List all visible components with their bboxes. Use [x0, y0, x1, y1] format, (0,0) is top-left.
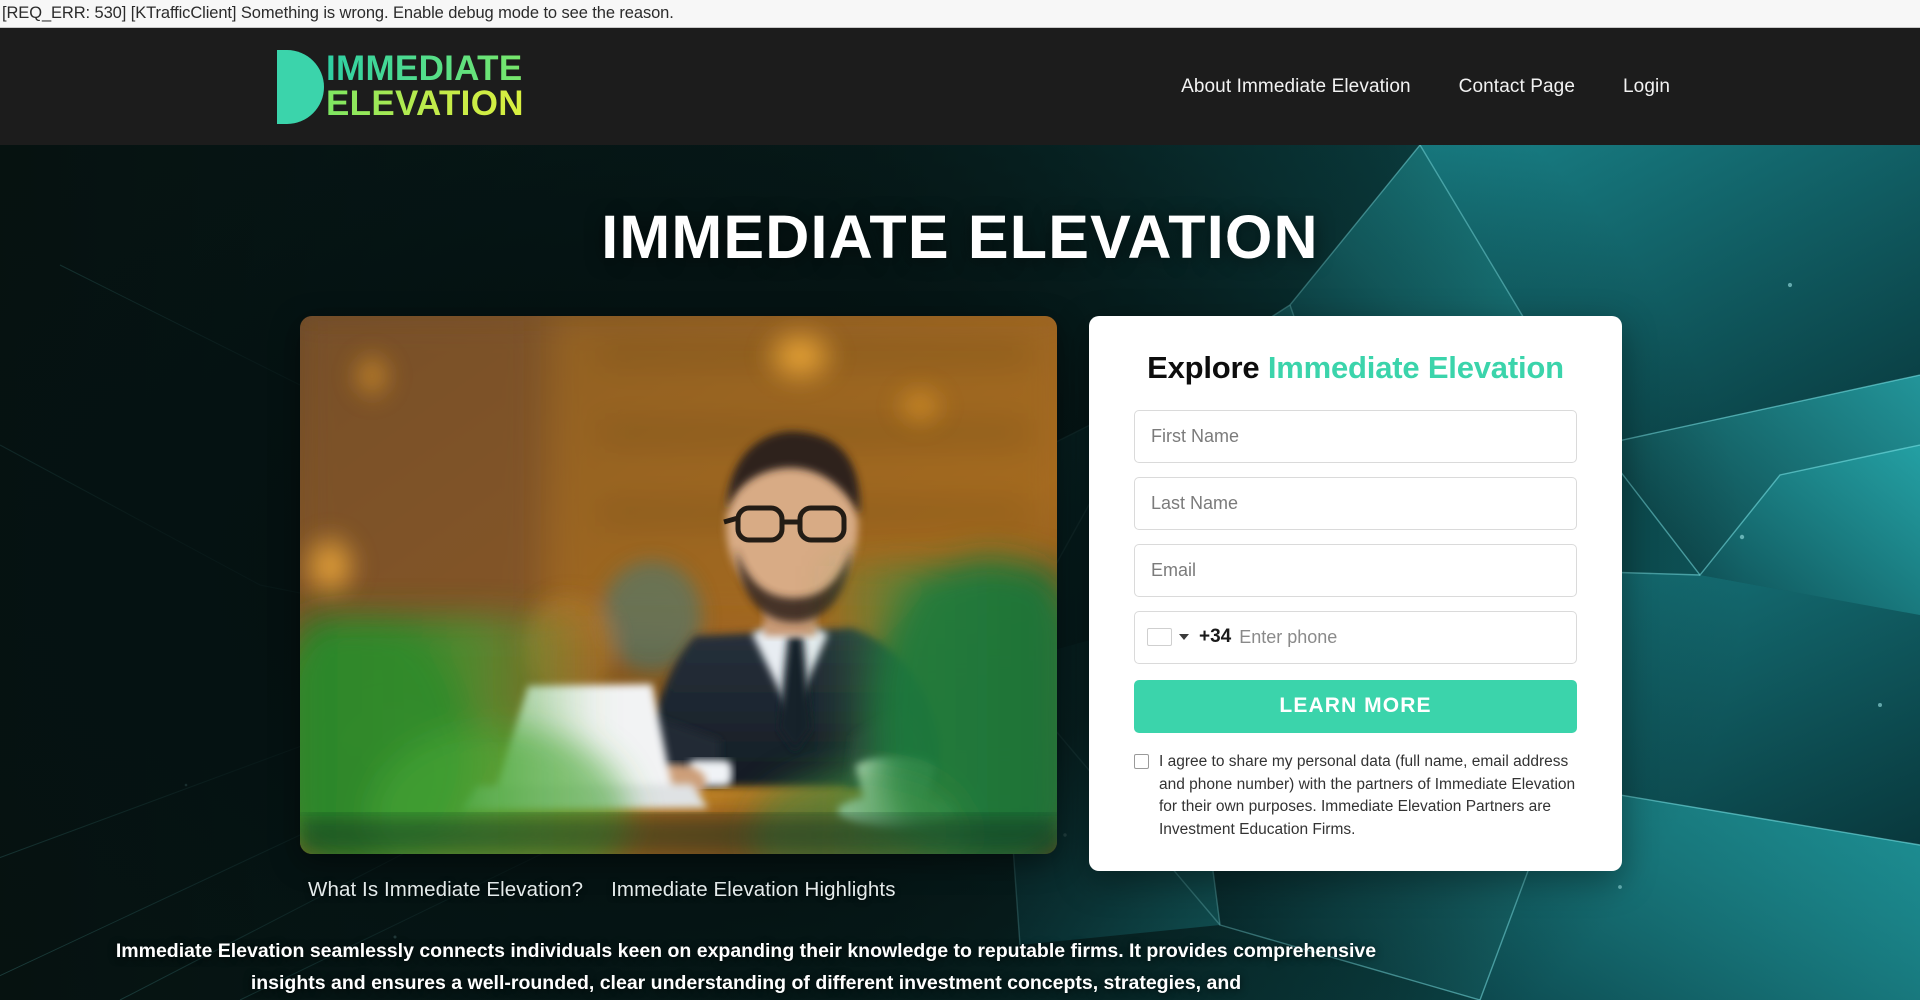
half-circle-icon — [277, 49, 324, 124]
nav-link-login[interactable]: Login — [1623, 76, 1670, 98]
phone-input[interactable] — [1239, 626, 1564, 648]
hero-left-column: What Is Immediate Elevation? Immediate E… — [116, 316, 1376, 999]
hero-tabs: What Is Immediate Elevation? Immediate E… — [300, 878, 1057, 902]
first-name-input[interactable] — [1134, 409, 1577, 463]
form-title-accent: Immediate Elevation — [1267, 350, 1564, 385]
nav-link-contact[interactable]: Contact Page — [1459, 76, 1575, 98]
dial-code-label: +34 — [1199, 626, 1232, 648]
tab-what-is-immediate-elevation[interactable]: What Is Immediate Elevation? — [308, 878, 583, 902]
chevron-down-icon[interactable] — [1179, 634, 1189, 641]
logo-wordmark: IMMEDIATE ELEVATION — [326, 49, 524, 123]
consent-text: I agree to share my personal data (full … — [1159, 752, 1576, 838]
hero-photo — [300, 316, 1057, 854]
primary-navigation: About Immediate Elevation Contact Page L… — [1181, 76, 1670, 98]
logo-line-2: ELEVATION — [326, 83, 524, 123]
form-title: Explore Immediate Elevation — [1134, 348, 1577, 388]
email-input[interactable] — [1134, 543, 1577, 597]
signup-form-card: Explore Immediate Elevation +34 LEARN MO… — [1089, 316, 1622, 872]
error-message: [REQ_ERR: 530] [KTrafficClient] Somethin… — [2, 4, 674, 22]
learn-more-button[interactable]: LEARN MORE — [1134, 679, 1577, 733]
form-title-plain: Explore — [1147, 350, 1268, 385]
hero-section: IMMEDIATE ELEVATION What Is Immediate El… — [0, 145, 1920, 1000]
country-flag-icon[interactable] — [1147, 628, 1172, 647]
logo-line-1: IMMEDIATE — [326, 49, 523, 89]
nav-link-about[interactable]: About Immediate Elevation — [1181, 76, 1411, 98]
error-banner: [REQ_ERR: 530] [KTrafficClient] Somethin… — [0, 0, 1920, 28]
last-name-input[interactable] — [1134, 476, 1577, 530]
tab-immediate-elevation-highlights[interactable]: Immediate Elevation Highlights — [611, 878, 895, 902]
site-header: IMMEDIATE ELEVATION About Immediate Elev… — [0, 28, 1920, 145]
hero-description: Immediate Elevation seamlessly connects … — [115, 940, 1377, 994]
phone-field-group: +34 — [1134, 610, 1577, 664]
consent-checkbox[interactable] — [1134, 753, 1149, 769]
site-logo[interactable]: IMMEDIATE ELEVATION — [277, 49, 524, 124]
consent-row: I agree to share my personal data (full … — [1134, 751, 1577, 842]
page-title: IMMEDIATE ELEVATION — [601, 203, 1319, 271]
